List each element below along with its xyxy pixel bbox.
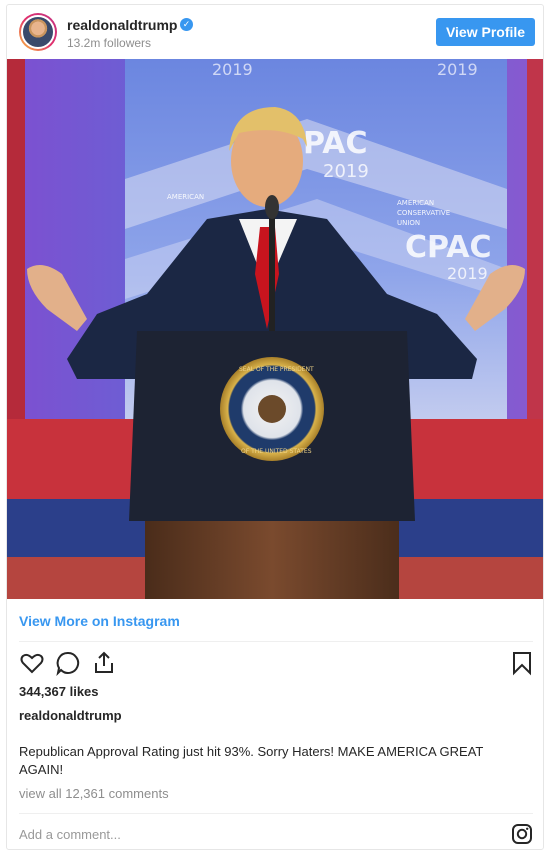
action-bar	[19, 650, 535, 678]
caption-author[interactable]: realdonaldtrump	[19, 708, 122, 723]
comment-icon[interactable]	[55, 650, 81, 676]
like-count[interactable]: 344,367 likes	[19, 684, 99, 699]
svg-text:2019: 2019	[323, 161, 369, 182]
view-all-comments-link[interactable]: view all 12,361 comments	[19, 786, 169, 801]
svg-text:SEAL OF THE PRESIDENT: SEAL OF THE PRESIDENT	[239, 366, 314, 373]
bookmark-icon[interactable]	[509, 650, 535, 676]
share-icon[interactable]	[91, 650, 117, 676]
svg-text:2019: 2019	[437, 60, 478, 79]
heart-icon[interactable]	[19, 650, 45, 676]
svg-text:PAC: PAC	[303, 126, 367, 161]
verified-badge-icon: ✓	[180, 18, 193, 31]
svg-text:AMERICAN: AMERICAN	[167, 193, 204, 201]
view-more-on-instagram-link[interactable]: View More on Instagram	[19, 613, 180, 629]
post-header: realdonaldtrump ✓ 13.2m followers View P…	[7, 5, 543, 59]
svg-text:CONSERVATIVE: CONSERVATIVE	[397, 209, 450, 217]
username-link[interactable]: realdonaldtrump	[67, 17, 177, 33]
avatar-image	[21, 15, 55, 49]
svg-text:UNION: UNION	[397, 219, 420, 227]
instagram-embed-card: realdonaldtrump ✓ 13.2m followers View P…	[6, 4, 544, 850]
divider	[19, 641, 533, 642]
divider	[19, 813, 533, 814]
svg-text:2019: 2019	[212, 60, 253, 79]
svg-text:OF THE UNITED STATES: OF THE UNITED STATES	[241, 448, 312, 455]
instagram-logo-icon[interactable]	[511, 823, 533, 845]
follower-count: 13.2m followers	[67, 36, 152, 50]
view-profile-button[interactable]: View Profile	[436, 18, 535, 46]
avatar[interactable]	[19, 13, 57, 51]
svg-text:CPAC: CPAC	[405, 230, 491, 265]
post-photo[interactable]: 2019 2019 PAC 2019 AMERICAN CONSERVATIVE…	[7, 59, 543, 599]
post-caption: Republican Approval Rating just hit 93%.…	[19, 744, 484, 777]
add-comment-input[interactable]: Add a comment...	[19, 827, 121, 842]
podium-photo-illustration: 2019 2019 PAC 2019 AMERICAN CONSERVATIVE…	[7, 59, 543, 599]
svg-text:2019: 2019	[447, 264, 488, 283]
svg-text:AMERICAN: AMERICAN	[397, 199, 434, 207]
